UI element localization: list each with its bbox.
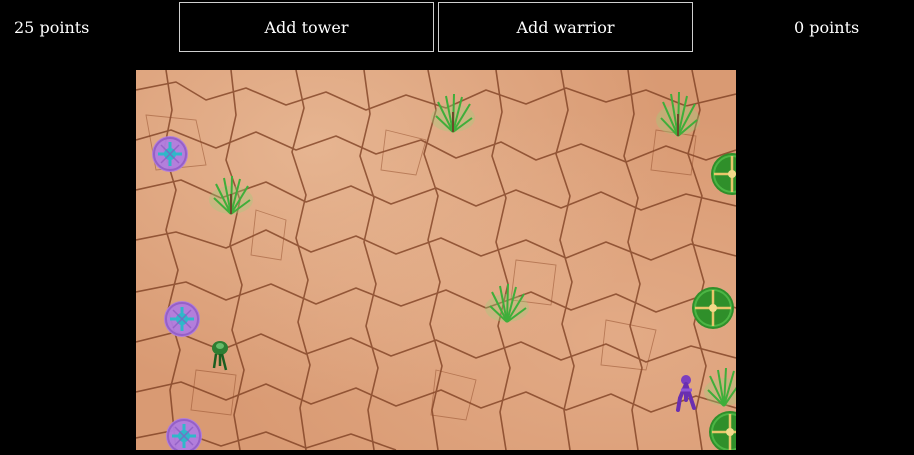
green-tower-icon (710, 152, 736, 200)
green-tower-icon (691, 286, 735, 334)
add-tower-button[interactable]: Add tower (179, 2, 434, 52)
player-score: 25 points (14, 18, 90, 37)
bush-icon (653, 88, 703, 144)
bush-icon (428, 88, 478, 140)
bush-icon (482, 278, 532, 330)
bush-icon (702, 362, 736, 414)
green-warrior-icon (208, 336, 236, 378)
bush-icon (206, 170, 256, 222)
game-board[interactable] (136, 70, 736, 450)
purple-tower-icon[interactable] (150, 134, 190, 178)
green-tower-icon (708, 410, 736, 450)
purple-tower-icon[interactable] (164, 416, 204, 450)
add-warrior-button[interactable]: Add warrior (438, 2, 693, 52)
purple-tower-icon[interactable] (162, 299, 202, 343)
enemy-score: 0 points (794, 18, 860, 37)
top-bar: 25 points Add tower Add warrior 0 points (0, 0, 914, 56)
purple-warrior-icon (672, 372, 700, 416)
